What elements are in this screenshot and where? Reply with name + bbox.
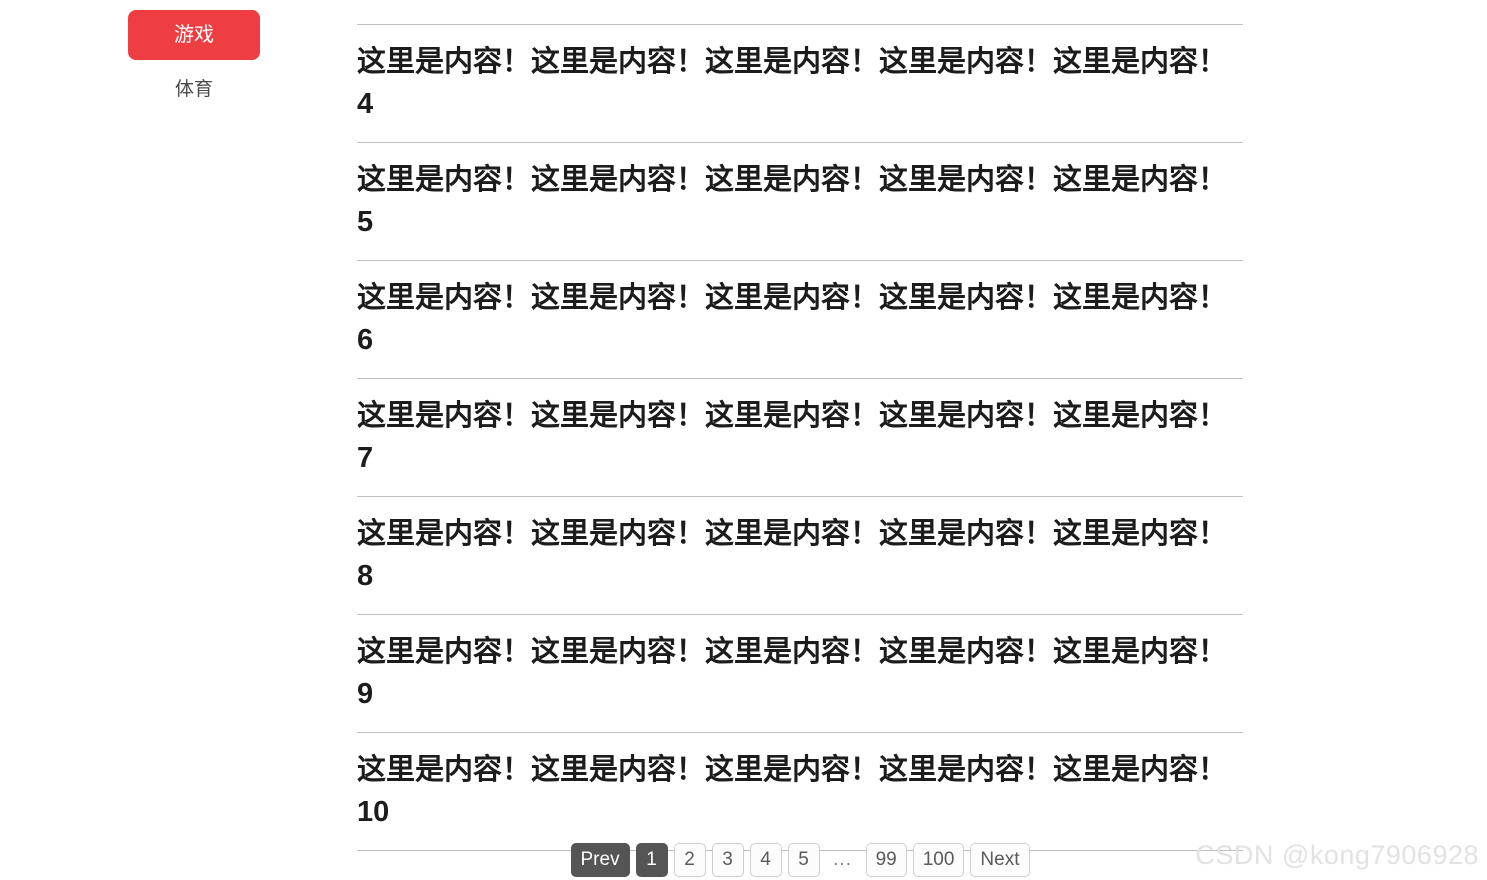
csdn-watermark: CSDN @kong7906928 [1195,840,1479,870]
pagination-page-5[interactable]: 5 [787,843,820,877]
pagination-page-3[interactable]: 3 [711,843,744,877]
pagination-page-4[interactable]: 4 [749,843,782,877]
list-item[interactable]: 这里是内容！这里是内容！这里是内容！这里是内容！这里是内容！ 9 [357,615,1243,733]
list-item-text: 这里是内容！这里是内容！这里是内容！这里是内容！这里是内容！ 10 [357,754,1228,828]
list-item[interactable]: 这里是内容！这里是内容！这里是内容！这里是内容！这里是内容！ 6 [357,261,1243,379]
pagination-page-2[interactable]: 2 [673,843,706,877]
list-item[interactable]: 这里是内容！这里是内容！这里是内容！这里是内容！这里是内容！ 5 [357,143,1243,261]
list-item-text: 这里是内容！这里是内容！这里是内容！这里是内容！这里是内容！ 4 [357,46,1228,120]
list-item-text: 这里是内容！这里是内容！这里是内容！这里是内容！这里是内容！ 5 [357,164,1228,238]
pagination-page-100[interactable]: 100 [912,843,965,877]
pagination-next-button[interactable]: Next [970,843,1030,877]
list-item-text: 这里是内容！这里是内容！这里是内容！这里是内容！这里是内容！ 9 [357,636,1228,710]
list-item[interactable]: 这里是内容！这里是内容！这里是内容！这里是内容！这里是内容！ 7 [357,379,1243,497]
pagination-prev-button[interactable]: Prev [570,843,630,877]
pagination: Prev 1 2 3 4 5... 99 100 Next [357,843,1243,877]
list-item-text: 这里是内容！这里是内容！这里是内容！这里是内容！这里是内容！ 3 [357,0,1243,7]
sidebar-tag-sports[interactable]: 体育 [128,76,260,104]
page-root: 游戏 体育 这里是内容！这里是内容！这里是内容！这里是内容！这里是内容！ 3这里… [0,0,1487,880]
list-item-text: 这里是内容！这里是内容！这里是内容！这里是内容！这里是内容！ 6 [357,282,1228,356]
list-item[interactable]: 这里是内容！这里是内容！这里是内容！这里是内容！这里是内容！ 10 [357,733,1243,851]
pagination-page-1[interactable]: 1 [635,843,668,877]
list-item-text: 这里是内容！这里是内容！这里是内容！这里是内容！这里是内容！ 7 [357,400,1228,474]
list-item[interactable]: 这里是内容！这里是内容！这里是内容！这里是内容！这里是内容！ 8 [357,497,1243,615]
pagination-ellipsis: ... [833,849,852,870]
content-list: 这里是内容！这里是内容！这里是内容！这里是内容！这里是内容！ 3 这里是内容！这里… [357,0,1243,851]
sidebar: 游戏 体育 [0,0,340,880]
sidebar-tag-games[interactable]: 游戏 [128,10,260,60]
pagination-page-99[interactable]: 99 [865,843,907,877]
list-item[interactable]: 这里是内容！这里是内容！这里是内容！这里是内容！这里是内容！ 3 [357,0,1243,25]
list-item-text: 这里是内容！这里是内容！这里是内容！这里是内容！这里是内容！ 8 [357,518,1228,592]
list-item[interactable]: 这里是内容！这里是内容！这里是内容！这里是内容！这里是内容！ 4 [357,25,1243,143]
